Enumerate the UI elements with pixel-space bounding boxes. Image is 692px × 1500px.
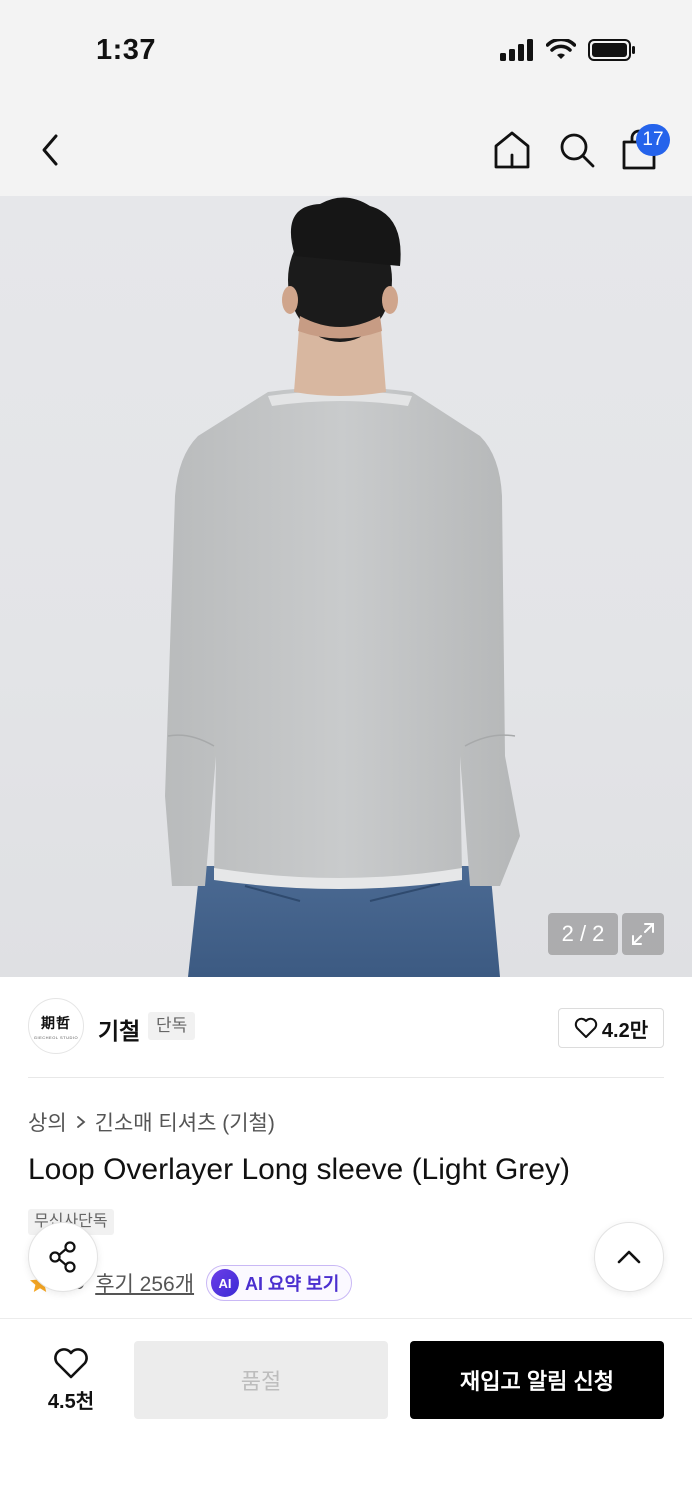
restock-alert-button[interactable]: 재입고 알림 신청 (410, 1341, 664, 1419)
exclusive-badge: 단독 (148, 1012, 196, 1040)
heart-icon (574, 1017, 598, 1038)
back-button[interactable] (30, 128, 70, 172)
scroll-top-button[interactable] (594, 1222, 664, 1292)
share-button[interactable] (28, 1222, 98, 1292)
status-time: 1:37 (96, 34, 157, 66)
breadcrumb-category[interactable]: 상의 (28, 1107, 67, 1137)
search-button[interactable] (555, 128, 599, 172)
reviews-link[interactable]: 후기 256개 (95, 1268, 194, 1298)
brand-row: 期哲 GIECHEOL STUDIO 기철 단독 4.2만 (28, 998, 664, 1056)
breadcrumb-subcategory[interactable]: 긴소매 티셔츠 (기철) (95, 1107, 275, 1137)
status-bar: 1:37 (0, 0, 692, 100)
brand-logo[interactable]: 期哲 GIECHEOL STUDIO (28, 998, 84, 1054)
breadcrumb: 상의 긴소매 티셔츠 (기철) (28, 1107, 275, 1137)
wishlist-button[interactable]: 4.5천 (36, 1347, 106, 1417)
model-back-illustration (165, 197, 520, 977)
search-icon (560, 133, 595, 168)
heart-icon (54, 1348, 88, 1379)
ai-summary-label: AI 요약 보기 (245, 1274, 340, 1294)
product-title: Loop Overlayer Long sleeve (Light Grey) (28, 1153, 570, 1186)
brand-name[interactable]: 기철 (98, 1012, 140, 1046)
wifi-icon (546, 39, 576, 59)
ai-icon: AI (211, 1269, 240, 1297)
brand-like-count: 4.2만 (601, 1019, 649, 1042)
chevron-up-icon (617, 1250, 641, 1264)
soldout-button: 품절 (134, 1341, 388, 1419)
battery-icon (588, 39, 635, 61)
home-icon (494, 131, 530, 169)
chevron-left-icon (42, 134, 58, 166)
share-icon (49, 1241, 76, 1273)
nav-bar (0, 100, 692, 196)
divider (28, 1077, 664, 1078)
bottom-action-bar: 4.5천 품절 재입고 알림 신청 (0, 1318, 692, 1500)
home-button[interactable] (490, 128, 534, 172)
cart-count-badge: 17 (636, 124, 670, 156)
brand-like-button[interactable]: 4.2만 (558, 1008, 664, 1048)
product-image[interactable] (0, 196, 692, 977)
expand-button[interactable] (622, 913, 664, 955)
ai-summary-button[interactable]: AI AI 요약 보기 (206, 1265, 353, 1301)
image-counter: 2 / 2 (548, 913, 618, 955)
status-icons (500, 38, 636, 62)
wishlist-count: 4.5천 (47, 1391, 95, 1413)
chevron-right-icon (76, 1116, 86, 1128)
signal-icon (500, 39, 533, 61)
expand-icon (632, 923, 654, 945)
